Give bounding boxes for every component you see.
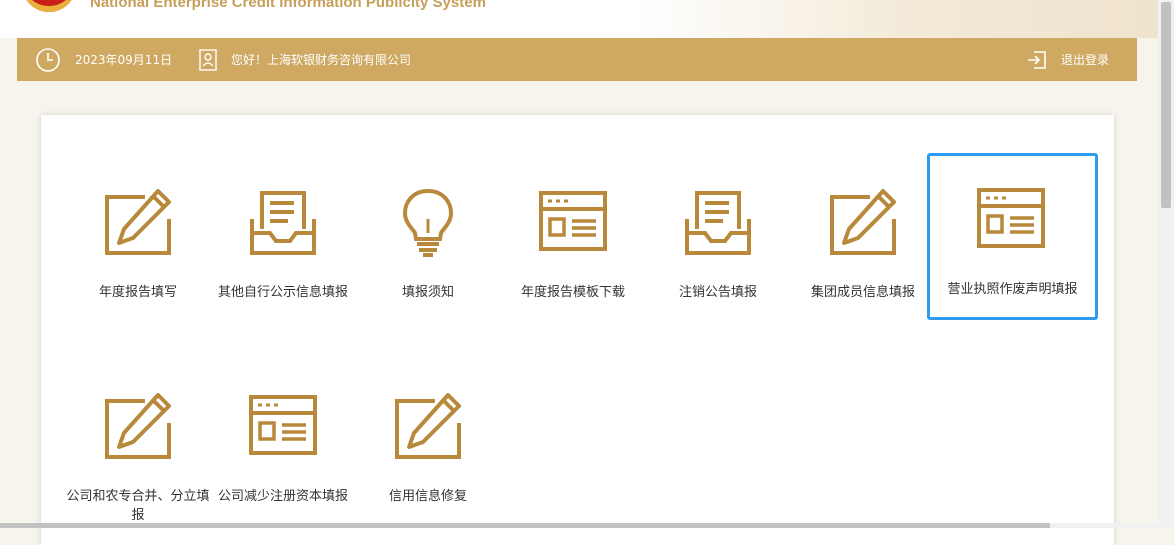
tile-label: 年度报告填写 — [98, 285, 177, 300]
tile-label: 年度报告模板下载 — [520, 285, 625, 300]
tile-credit-repair[interactable]: 信用信息修复 — [355, 361, 501, 526]
tile-license-void-declaration[interactable]: 营业执照作废声明填报 — [927, 153, 1098, 320]
pencil-edit-icon — [103, 393, 173, 461]
inbox-document-icon — [683, 189, 753, 257]
tile-annual-report-fill[interactable]: 年度报告填写 — [65, 157, 211, 322]
user-card-icon — [197, 38, 219, 81]
national-emblem-icon — [22, 0, 76, 12]
tile-label: 填报须知 — [401, 285, 454, 300]
tile-annual-template-download[interactable]: 年度报告模板下载 — [500, 157, 646, 322]
lightbulb-icon — [393, 188, 463, 257]
tile-filing-notice[interactable]: 填报须知 — [355, 157, 501, 322]
scrollbar-thumb[interactable] — [0, 523, 1050, 528]
site-header: National Enterprise Credit Information P… — [0, 0, 1158, 38]
vertical-scrollbar[interactable] — [1158, 0, 1174, 528]
inbox-document-icon — [248, 189, 318, 257]
logout-icon[interactable] — [1025, 38, 1049, 81]
browser-window-icon — [538, 189, 608, 257]
tile-label: 信用信息修复 — [388, 489, 467, 504]
tile-deregistration-notice[interactable]: 注销公告填报 — [645, 157, 791, 322]
service-panel: 年度报告填写 其他自行公示信息填报 填报须知 年度报告模板下载 注销公告填报 集… — [41, 115, 1114, 545]
tile-label: 公司减少注册资本填报 — [217, 489, 348, 504]
tile-other-self-disclosure[interactable]: 其他自行公示信息填报 — [210, 157, 356, 322]
horizontal-scrollbar[interactable] — [0, 523, 1158, 528]
tile-capital-reduction[interactable]: 公司减少注册资本填报 — [210, 361, 356, 526]
current-date: 2023年09月11日 — [75, 53, 173, 67]
tile-label: 其他自行公示信息填报 — [217, 285, 348, 300]
logout-link[interactable]: 退出登录 — [1061, 38, 1109, 81]
pencil-edit-icon — [393, 393, 463, 461]
browser-window-icon — [976, 186, 1046, 254]
tile-label: 注销公告填报 — [678, 285, 757, 300]
pencil-edit-icon — [103, 189, 173, 257]
tile-label: 营业执照作废声明填报 — [947, 282, 1078, 297]
tile-label: 公司和农专合并、分立填报 — [66, 489, 210, 523]
info-bar: 2023年09月11日 您好！上海软银财务咨询有限公司 退出登录 — [17, 38, 1137, 81]
browser-window-icon — [248, 393, 318, 461]
tile-merger-split[interactable]: 公司和农专合并、分立填报 — [65, 361, 211, 526]
tile-label: 集团成员信息填报 — [810, 285, 915, 300]
pencil-edit-icon — [828, 189, 898, 257]
scrollbar-thumb[interactable] — [1161, 2, 1171, 208]
clock-icon — [35, 38, 61, 81]
tile-group-member-info[interactable]: 集团成员信息填报 — [790, 157, 936, 322]
user-greeting: 您好！上海软银财务咨询有限公司 — [231, 53, 412, 67]
site-title: National Enterprise Credit Information P… — [90, 0, 486, 11]
